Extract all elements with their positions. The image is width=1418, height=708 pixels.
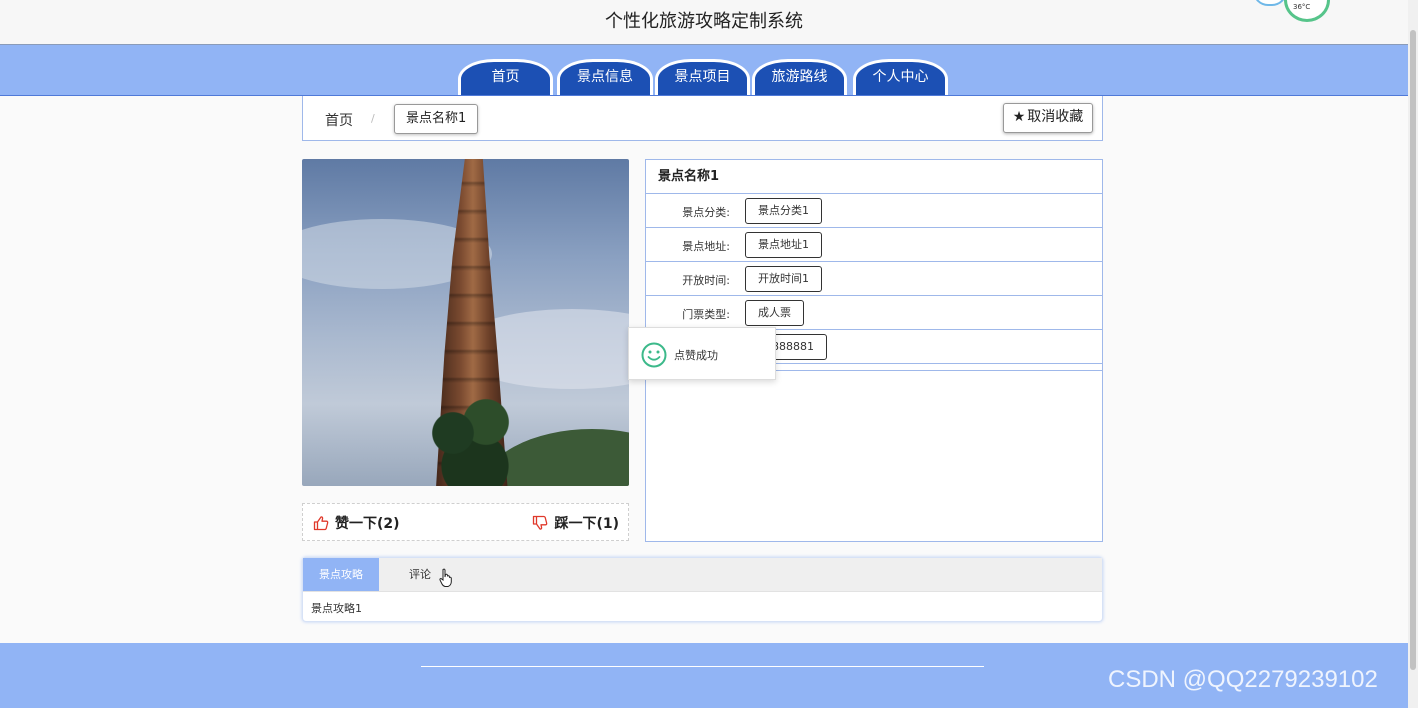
breadcrumb-current: 景点名称1 [394,104,479,134]
breadcrumb: 首页 / 景点名称1 ★ 取消收藏 [302,96,1103,141]
tab-guide[interactable]: 景点攻略 [303,558,379,591]
nav-tab-personal-center[interactable]: 个人中心 [853,59,948,95]
thumbs-up-icon [313,516,329,531]
info-value: 成人票 [745,300,804,326]
info-row-category: 景点分类: 景点分类1 [646,194,1102,228]
info-row-ticket-type: 门票类型: 成人票 [646,296,1102,330]
info-label: 门票类型: [682,308,730,321]
photo-trees [420,389,530,486]
smile-icon [641,342,667,368]
info-row-open-time: 开放时间: 开放时间1 [646,262,1102,296]
main-nav: 首页 景点信息 景点项目 旅游路线 个人中心 [0,45,1408,96]
breadcrumb-separator: / [371,112,375,125]
tab-header: 景点攻略 评论 [303,558,1102,592]
tab-content: 景点攻略1 [311,602,362,615]
page-scrollbar[interactable] [1408,0,1418,708]
info-label: 景点地址: [682,240,730,253]
breadcrumb-home-link[interactable]: 首页 [325,110,353,130]
info-label: 景点分类: [682,206,730,219]
detail-tabs: 景点攻略 评论 景点攻略1 [302,557,1103,622]
tab-comments[interactable]: 评论 [409,558,431,591]
dislike-button[interactable]: 踩一下(1) [532,513,619,533]
unfavorite-button[interactable]: ★ 取消收藏 [1003,103,1093,133]
info-label: 开放时间: [682,274,730,287]
info-value: 景点分类1 [745,198,822,224]
watermark: CSDN @QQ2279239102 [1108,666,1378,693]
nav-tab-travel-routes[interactable]: 旅游路线 [752,59,847,95]
site-title: 个性化旅游攻略定制系统 [605,11,803,32]
thumbs-down-icon [533,515,548,530]
unfavorite-label: 取消收藏 [1027,109,1084,125]
toast-message: 点赞成功 [674,349,718,362]
info-row-address: 景点地址: 景点地址1 [646,228,1102,262]
info-value: 开放时间1 [745,266,822,292]
toast-notification: 点赞成功 [628,327,776,380]
dislike-label: 踩一下(1) [554,516,619,532]
nav-tab-home[interactable]: 首页 [458,59,553,95]
scenic-photo [302,159,629,486]
top-header: 个性化旅游攻略定制系统 [0,0,1408,45]
scenic-name: 景点名称1 [646,160,1102,194]
hand-cursor-icon [439,568,452,587]
info-value: 景点地址1 [745,232,822,258]
footer-divider [421,666,984,667]
star-icon: ★ [1012,109,1026,125]
vote-bar: 赞一下(2) 踩一下(1) [302,503,629,541]
scrollbar-thumb[interactable] [1410,30,1416,670]
like-label: 赞一下(2) [335,516,400,532]
nav-tab-scenic-info[interactable]: 景点信息 [557,59,653,95]
nav-tab-scenic-projects[interactable]: 景点项目 [655,59,750,95]
like-button[interactable]: 赞一下(2) [313,513,400,533]
temperature-readout: 36°C [1293,3,1311,11]
